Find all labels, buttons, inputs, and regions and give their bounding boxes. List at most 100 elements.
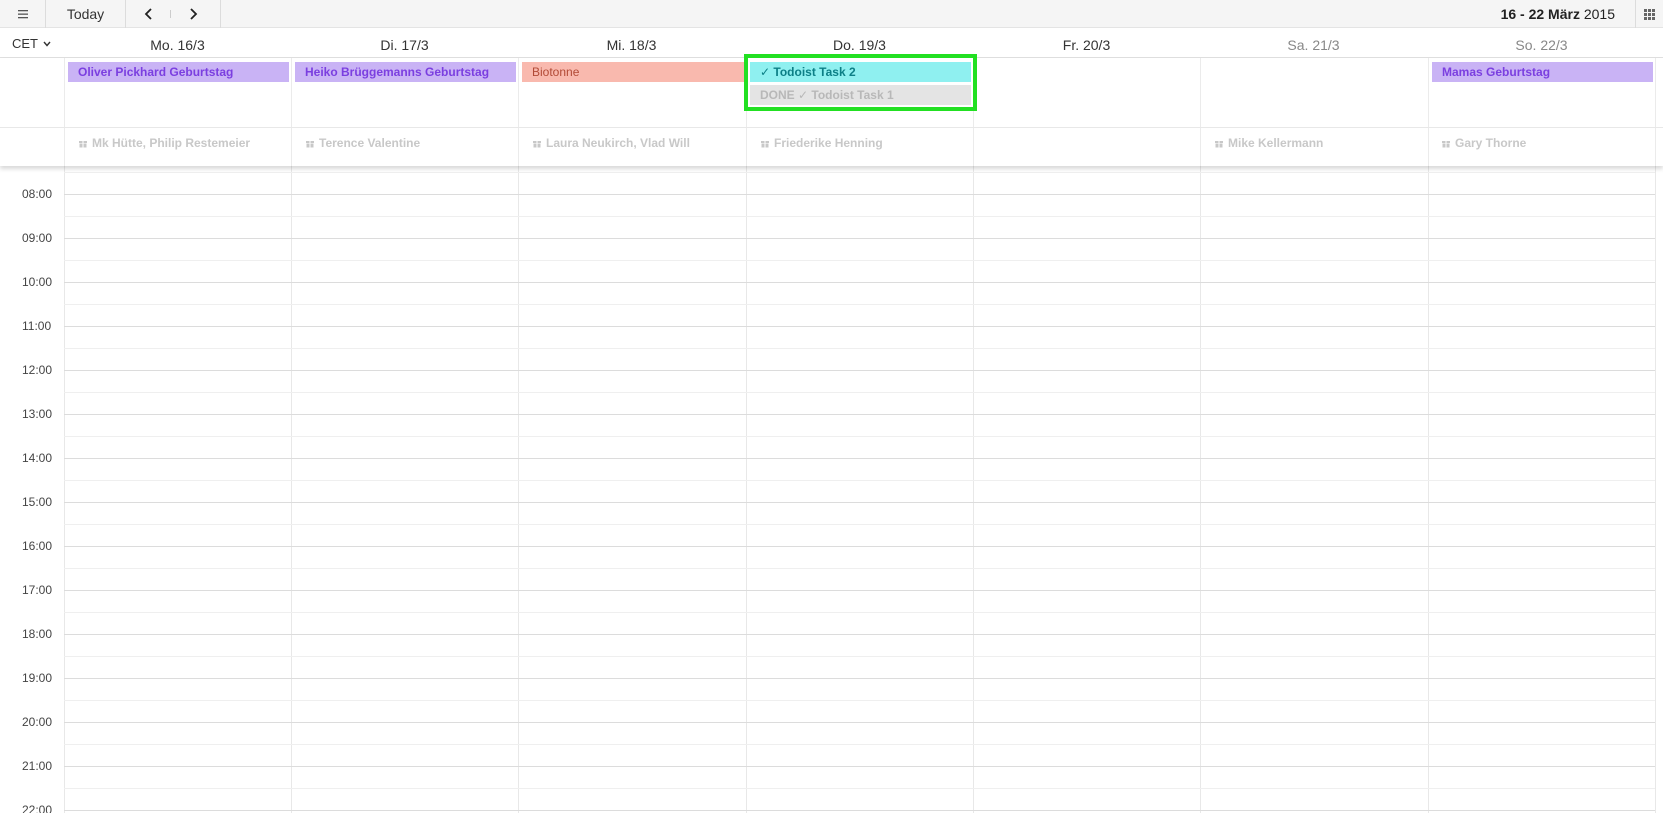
birthday-label[interactable]: Friederike Henning	[760, 136, 883, 150]
half-hour-line	[64, 392, 1655, 393]
hour-label: 21:00	[22, 759, 53, 773]
hour-line	[64, 634, 1655, 635]
half-hour-line	[64, 568, 1655, 569]
column-divider	[518, 166, 519, 813]
timezone-label: CET	[12, 36, 38, 51]
column-divider	[973, 166, 974, 813]
chevron-down-icon	[43, 41, 51, 47]
birthday-label[interactable]: Mk Hütte, Philip Restemeier	[78, 136, 250, 150]
event-mamas-birthday[interactable]: Mamas Geburtstag	[1432, 62, 1653, 82]
date-range-month: März	[1548, 6, 1580, 22]
day-header-wed[interactable]: Mi. 18/3	[518, 37, 745, 53]
nav-separator	[170, 10, 171, 18]
event-heiko-birthday[interactable]: Heiko Brüggemanns Geburtstag	[295, 62, 516, 82]
timezone-selector[interactable]: CET	[12, 36, 51, 51]
hour-label: 19:00	[22, 671, 53, 685]
column-divider	[64, 166, 65, 813]
event-biotonne[interactable]: Biotonne	[522, 62, 744, 82]
hour-line	[64, 238, 1655, 239]
menu-button[interactable]	[0, 0, 46, 28]
all-day-area: Oliver Pickhard Geburtstag Heiko Brüggem…	[0, 54, 1663, 166]
birthday-label[interactable]: Laura Neukirch, Vlad Will	[532, 136, 690, 150]
hour-label: 14:00	[22, 451, 53, 465]
column-divider	[1200, 58, 1201, 166]
birthday-names: Gary Thorne	[1455, 136, 1527, 150]
day-header-sat[interactable]: Sa. 21/3	[1200, 37, 1427, 53]
apps-button[interactable]	[1635, 0, 1663, 28]
selection-highlight	[744, 54, 977, 111]
gift-icon	[1215, 141, 1223, 148]
half-hour-line	[64, 304, 1655, 305]
hour-line	[64, 326, 1655, 327]
day-header-tue[interactable]: Di. 17/3	[291, 37, 518, 53]
column-divider	[746, 166, 747, 813]
prev-week-button[interactable]	[134, 0, 164, 28]
column-divider	[1428, 166, 1429, 813]
birthday-label[interactable]: Terence Valentine	[305, 136, 420, 150]
hour-line	[64, 370, 1655, 371]
hour-line	[64, 546, 1655, 547]
hour-line	[64, 810, 1655, 811]
hour-label: 16:00	[22, 539, 53, 553]
date-range-title: 16 - 22 März 2015	[1501, 6, 1615, 22]
hour-line	[64, 678, 1655, 679]
half-hour-line	[64, 260, 1655, 261]
hour-line	[64, 458, 1655, 459]
birthday-label[interactable]: Gary Thorne	[1441, 136, 1526, 150]
half-hour-line	[64, 436, 1655, 437]
today-button[interactable]: Today	[46, 0, 126, 28]
day-header-sun[interactable]: So. 22/3	[1428, 37, 1655, 53]
birthday-row-divider	[0, 127, 1663, 128]
gift-icon	[533, 141, 541, 148]
column-divider	[1200, 166, 1201, 813]
hour-line	[64, 282, 1655, 283]
half-hour-line	[64, 788, 1655, 789]
day-header-fri[interactable]: Fr. 20/3	[973, 37, 1200, 53]
time-grid[interactable]: 08:00 09:00 10:00 11:00 12:00 13:00 14:00 15:00…	[0, 166, 1663, 813]
birthday-names: Laura Neukirch, Vlad Will	[546, 136, 690, 150]
gift-icon	[1442, 141, 1450, 148]
half-hour-line	[64, 744, 1655, 745]
date-range-year: 2015	[1583, 6, 1615, 22]
half-hour-line	[64, 480, 1655, 481]
column-divider	[64, 58, 65, 166]
birthday-label[interactable]: Mike Kellermann	[1214, 136, 1323, 150]
toolbar: Today 16 - 22 März 2015	[0, 0, 1663, 28]
hour-label: 15:00	[22, 495, 53, 509]
gift-icon	[79, 141, 87, 148]
next-week-button[interactable]	[178, 0, 208, 28]
half-hour-line	[64, 216, 1655, 217]
half-hour-line	[64, 656, 1655, 657]
half-hour-line	[64, 172, 1655, 173]
hour-label: 22:00	[22, 803, 53, 813]
column-divider	[291, 166, 292, 813]
hour-label: 10:00	[22, 275, 53, 289]
hour-label: 09:00	[22, 231, 53, 245]
hour-line	[64, 722, 1655, 723]
half-hour-line	[64, 524, 1655, 525]
birthday-names: Terence Valentine	[319, 136, 421, 150]
column-divider	[291, 58, 292, 166]
menu-icon	[17, 10, 28, 19]
column-divider	[518, 58, 519, 166]
hour-line	[64, 194, 1655, 195]
hour-label: 08:00	[22, 187, 53, 201]
chevron-right-icon	[190, 8, 198, 20]
hour-label: 12:00	[22, 363, 53, 377]
date-range-days: 16 - 22	[1500, 6, 1545, 22]
hour-line	[64, 502, 1655, 503]
column-divider	[1428, 58, 1429, 166]
calendar-app: Today 16 - 22 März 2015 CET Mo. 16/3 Di.…	[0, 0, 1663, 813]
column-divider	[1655, 166, 1656, 813]
hour-label: 13:00	[22, 407, 53, 421]
hour-line	[64, 414, 1655, 415]
grid-icon	[1644, 8, 1655, 20]
hour-label: 18:00	[22, 627, 53, 641]
half-hour-line	[64, 612, 1655, 613]
hour-line	[64, 590, 1655, 591]
birthday-names: Mk Hütte, Philip Restemeier	[92, 136, 251, 150]
birthday-names: Mike Kellermann	[1228, 136, 1324, 150]
day-header-mon[interactable]: Mo. 16/3	[64, 37, 291, 53]
event-oliver-birthday[interactable]: Oliver Pickhard Geburtstag	[68, 62, 289, 82]
day-header-thu[interactable]: Do. 19/3	[746, 37, 973, 53]
